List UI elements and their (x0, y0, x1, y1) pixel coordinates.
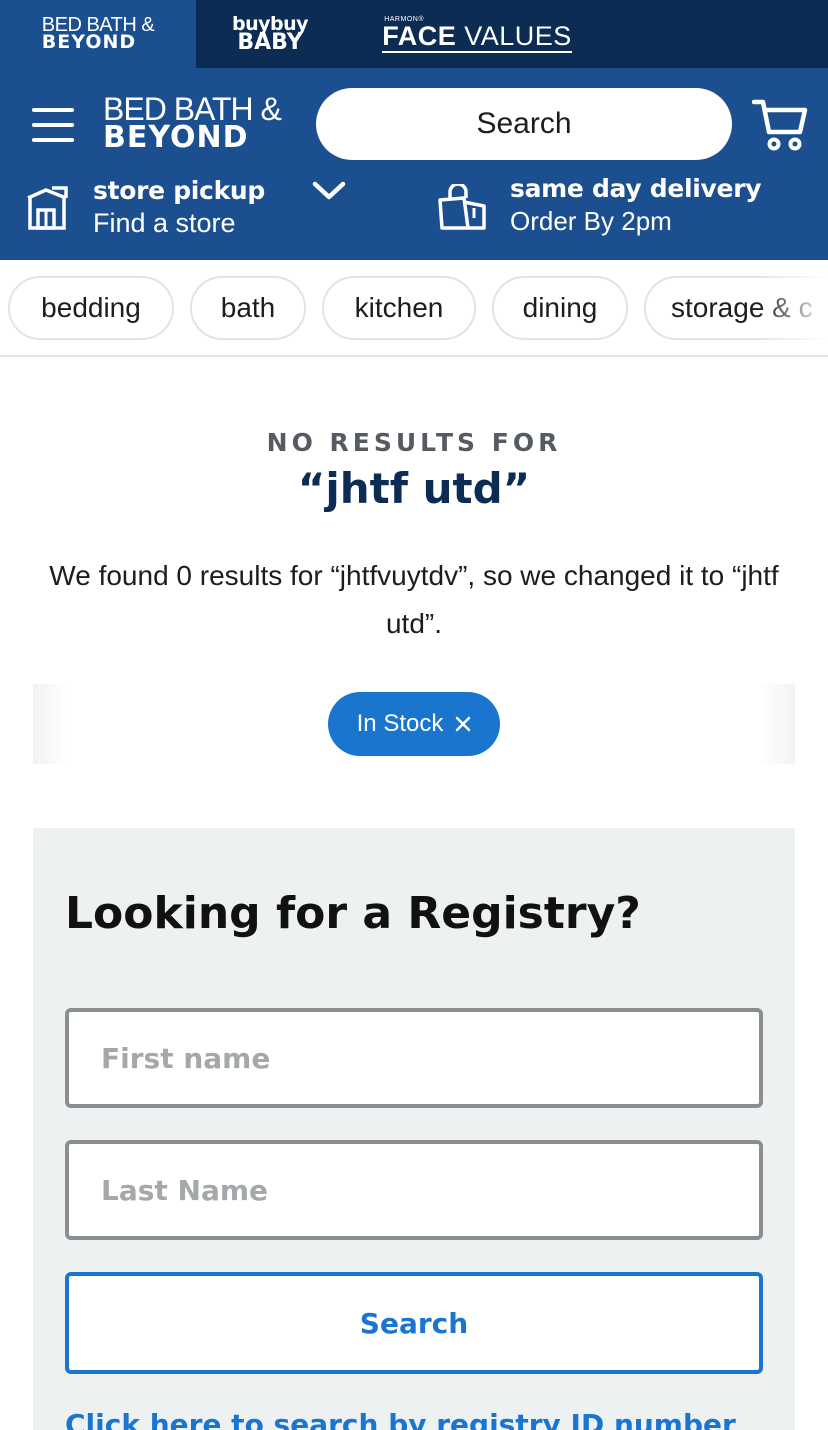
category-chip-label: bedding (41, 292, 141, 323)
first-name-field[interactable] (65, 1008, 763, 1108)
filters-scroll-fade-left (33, 684, 69, 764)
bbb-logo-line2: BEYOND (41, 31, 137, 54)
face-values-text: FACE VALUES (382, 20, 572, 53)
registry-search-label: Search (359, 1306, 469, 1340)
category-chip-label: kitchen (354, 292, 444, 323)
category-chip-label: bath (220, 292, 276, 323)
cart-icon[interactable] (751, 98, 808, 152)
menu-icon[interactable] (32, 108, 74, 142)
chevron-down-icon (312, 181, 346, 200)
no-results-description: We found 0 results for “jhtfvuytdv”, so … (49, 560, 779, 639)
store-icon (26, 184, 74, 234)
close-icon[interactable] (455, 716, 471, 732)
no-results-query: “jhtf utd” (297, 464, 531, 513)
active-filters-bar: In Stock (33, 684, 795, 764)
store-pickup-title: store pickup (93, 176, 265, 205)
category-chips: bedding bath kitchen dining storage & c (0, 260, 828, 357)
find-store-link: Find a store (93, 208, 236, 238)
registry-title: Looking for a Registry? (65, 888, 641, 939)
bed-bath-beyond-logo: BED BATH & BEYOND (41, 15, 155, 54)
site-logo-line2: BEYOND (103, 119, 249, 155)
category-chip-dining[interactable]: dining (492, 276, 628, 340)
search-input[interactable]: Search (316, 88, 732, 160)
brand-strip: BED BATH & BEYOND buybuy BABY HARMON® FA… (0, 0, 828, 68)
category-chip-bedding[interactable]: bedding (8, 276, 174, 340)
face-light-text: VALUES (456, 20, 572, 51)
face-bold-text: FACE (382, 20, 457, 51)
registry-search-button[interactable]: Search (65, 1272, 763, 1374)
store-pickup-button[interactable]: store pickup Find a store (26, 176, 406, 246)
category-chip-kitchen[interactable]: kitchen (322, 276, 476, 340)
category-chip-bath[interactable]: bath (190, 276, 306, 340)
same-day-delivery-title: same day delivery (510, 174, 762, 203)
category-chip-label: storage & c (671, 292, 813, 323)
buybuy-baby-logo: buybuy BABY (232, 14, 309, 55)
site-logo[interactable]: BED BATH & BEYOND (103, 93, 282, 155)
category-chip-label: dining (522, 292, 598, 323)
no-results-label: NO RESULTS FOR (266, 428, 562, 457)
registry-search-panel: Looking for a Registry? Search Click her… (33, 828, 795, 1430)
brand-tab-buybuy-baby[interactable]: buybuy BABY (196, 0, 344, 68)
brand-tab-face-values[interactable]: HARMON® FACE VALUES (352, 0, 602, 68)
shopping-bag-icon (436, 182, 486, 234)
category-chip-storage[interactable]: storage & c (644, 276, 828, 340)
same-day-delivery-button[interactable]: same day delivery Order By 2pm (436, 174, 816, 246)
filter-pill-label: In Stock (356, 710, 444, 737)
brand-tab-bed-bath-beyond[interactable]: BED BATH & BEYOND (0, 0, 196, 68)
search-placeholder: Search (476, 107, 572, 140)
filter-pill-in-stock[interactable]: In Stock (328, 692, 500, 756)
last-name-field[interactable] (65, 1140, 763, 1240)
face-values-logo: HARMON® FACE VALUES (382, 16, 572, 53)
filters-scroll-fade-right (759, 684, 795, 764)
baby-logo-line2: BABY (237, 29, 303, 55)
registry-id-search-link[interactable]: Click here to search by registry ID numb… (65, 1408, 736, 1430)
order-by-text: Order By 2pm (510, 206, 672, 236)
site-header: BED BATH & BEYOND Search store pickup Fi… (0, 68, 828, 260)
